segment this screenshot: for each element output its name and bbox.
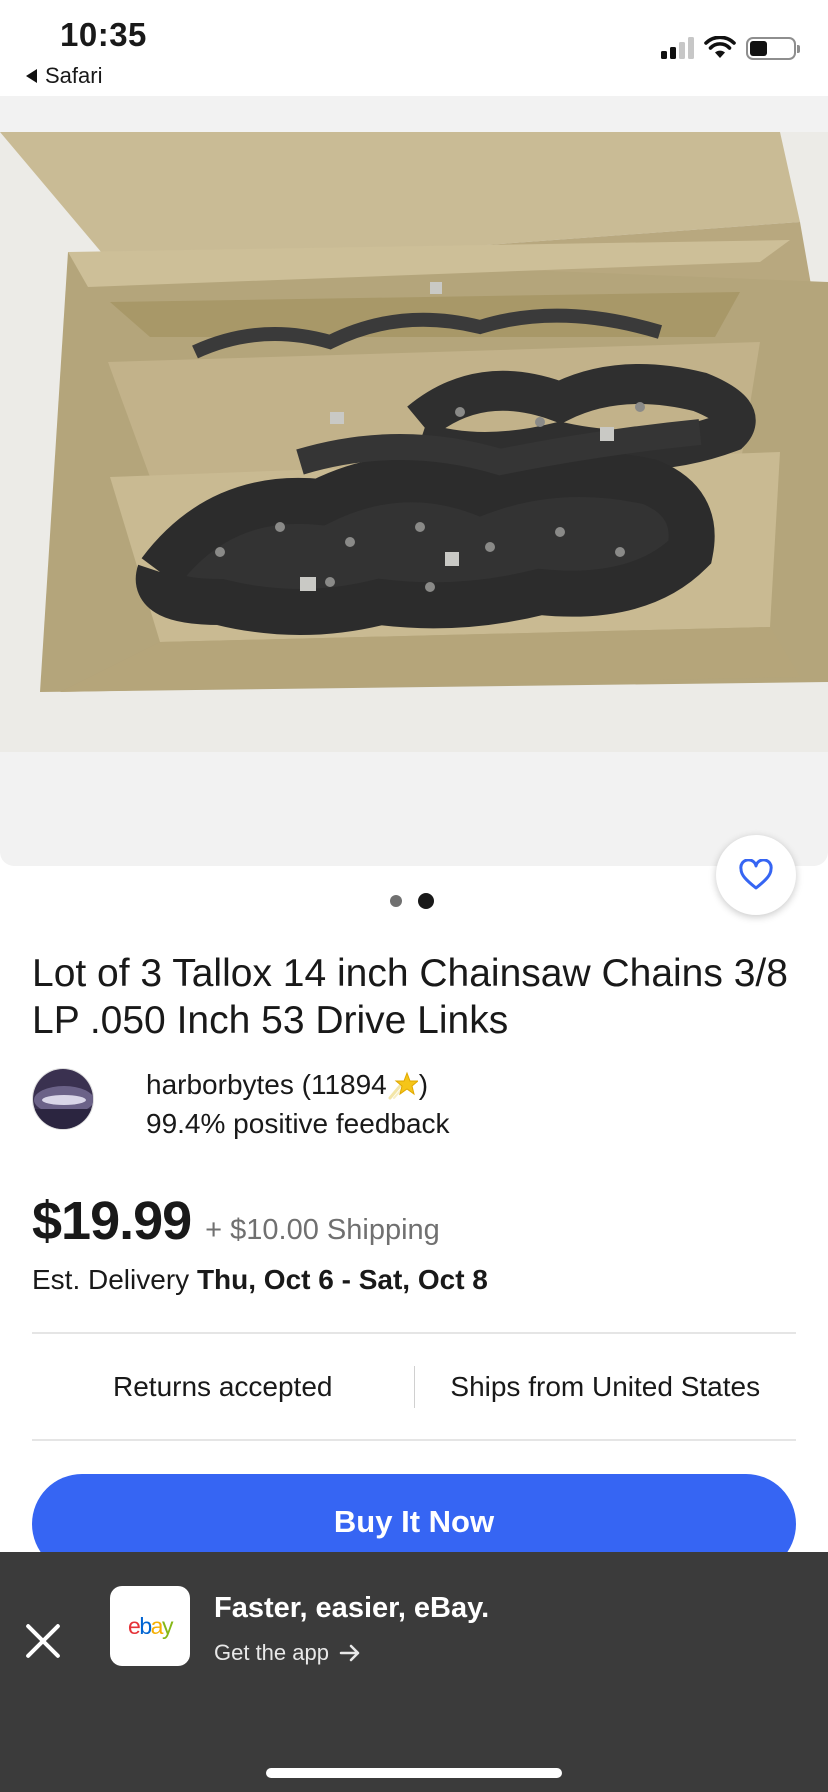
get-the-app-label: Get the app (214, 1640, 329, 1665)
image-pagination (390, 893, 434, 909)
ebay-logo-y: y (161, 1612, 174, 1639)
status-time: 10:35 (60, 16, 147, 53)
heart-outline-icon (739, 859, 773, 890)
ships-from: Ships from United States (450, 1371, 761, 1402)
get-the-app-link[interactable]: Get the app (214, 1640, 361, 1666)
price-row: $19.99 + $10.00 Shipping (32, 1190, 440, 1252)
seller-avatar[interactable] (32, 1068, 94, 1130)
wifi-icon (704, 36, 736, 58)
get-app-banner[interactable]: ebay Faster, easier, eBay. Get the app (0, 1552, 828, 1792)
close-icon[interactable] (22, 1620, 64, 1662)
product-image[interactable] (0, 132, 828, 752)
estimated-delivery: Est. Delivery Thu, Oct 6 - Sat, Oct 8 (32, 1264, 488, 1296)
home-indicator (266, 1768, 562, 1778)
image-gallery[interactable] (0, 96, 828, 866)
seller-info[interactable]: harborbytes (11894 ) 99.4% positive feed… (32, 1068, 450, 1144)
seller-feedback: 99.4% positive feedback (146, 1108, 450, 1139)
back-arrow-icon (26, 69, 37, 83)
arrow-right-icon (339, 1644, 360, 1662)
banner-title: Faster, easier, eBay. (214, 1592, 490, 1624)
add-to-watchlist-button[interactable] (716, 835, 796, 915)
divider (32, 1439, 796, 1441)
divider (32, 1332, 796, 1334)
ebay-logo-e: e (128, 1612, 141, 1639)
pagination-dot[interactable] (390, 895, 402, 907)
seller-name-text: harborbytes (11894 (146, 1069, 387, 1100)
shooting-star-icon (388, 1071, 418, 1100)
back-app-label: Safari (45, 63, 103, 88)
price: $19.99 (32, 1191, 192, 1251)
ebay-logo: ebay (110, 1586, 190, 1666)
system-icons (661, 36, 800, 60)
policy-row: Returns accepted Ships from United State… (32, 1335, 796, 1439)
returns-policy[interactable]: Returns accepted (32, 1371, 414, 1403)
battery-icon (746, 36, 800, 60)
ebay-logo-b: b (139, 1612, 152, 1639)
delivery-dates: Thu, Oct 6 - Sat, Oct 8 (196, 1264, 488, 1295)
ebay-logo-a: a (150, 1612, 164, 1639)
back-to-safari[interactable]: Safari (26, 63, 102, 89)
shipping-cost: + $10.00 Shipping (205, 1214, 440, 1246)
seller-name-suffix: ) (418, 1069, 429, 1100)
status-bar: 10:35 Safari (0, 0, 828, 96)
seller-name[interactable]: harborbytes (11894 ) (146, 1066, 450, 1104)
cellular-signal-icon (661, 37, 694, 59)
listing-title: Lot of 3 Tallox 14 inch Chainsaw Chains … (32, 952, 788, 1042)
pagination-dot-active[interactable] (418, 893, 434, 909)
delivery-label: Est. Delivery (32, 1264, 190, 1295)
